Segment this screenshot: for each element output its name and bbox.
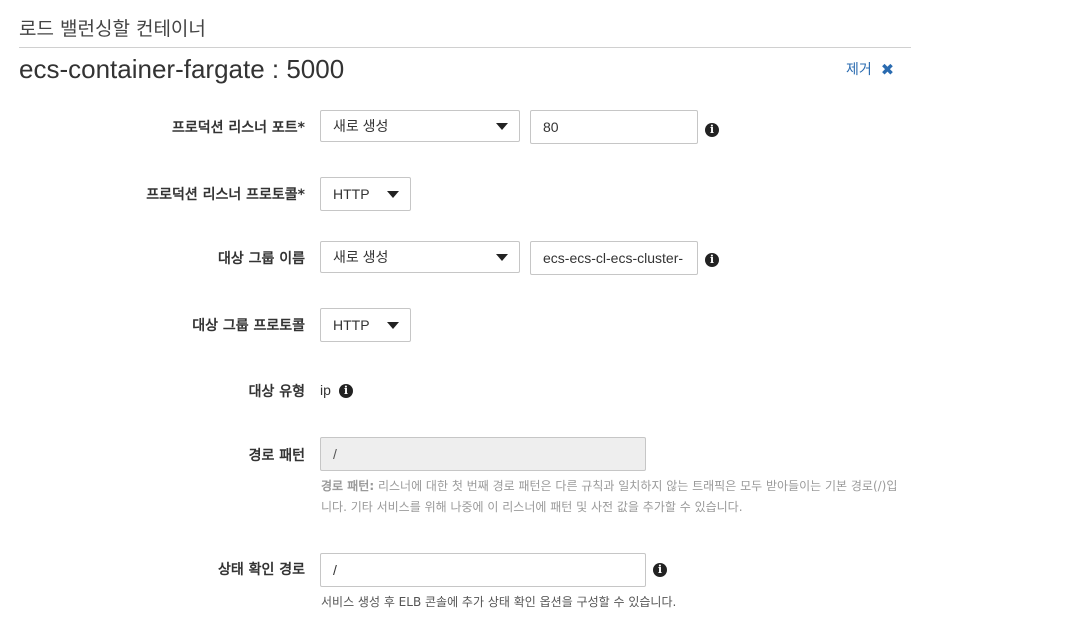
container-title: ecs-container-fargate : 5000 — [19, 54, 345, 84]
chevron-down-icon — [387, 191, 399, 198]
listener-port-select-value: 새로 생성 — [333, 118, 389, 134]
target-group-protocol-select[interactable]: HTTP — [320, 308, 411, 342]
health-check-path-input[interactable]: / — [320, 553, 646, 587]
listener-protocol-select[interactable]: HTTP — [320, 177, 411, 211]
remove-button[interactable]: 제거 ✖ — [846, 59, 894, 79]
info-icon[interactable]: i — [653, 563, 667, 577]
chevron-down-icon — [496, 254, 508, 261]
path-pattern-help: 경로 패턴: 리스너에 대한 첫 번째 경로 패턴은 다른 규칙과 일치하지 않… — [321, 476, 901, 518]
remove-label: 제거 — [846, 62, 872, 78]
path-pattern-input: / — [320, 437, 646, 471]
listener-port-input-value: 80 — [543, 119, 559, 135]
info-icon[interactable]: i — [705, 253, 719, 267]
target-group-name-input-value: ecs-ecs-cl-ecs-cluster- — [543, 250, 684, 266]
target-group-name-select-value: 새로 생성 — [333, 249, 389, 265]
chevron-down-icon — [387, 322, 399, 329]
target-type-value: ip — [320, 382, 331, 398]
info-icon[interactable]: i — [705, 123, 719, 137]
path-pattern-help-text: 리스너에 대한 첫 번째 경로 패턴은 다른 규칙과 일치하지 않는 트래픽은 … — [321, 479, 898, 514]
path-pattern-input-value: / — [333, 446, 337, 462]
listener-protocol-select-value: HTTP — [333, 186, 370, 202]
health-check-path-label: 상태 확인 경로 — [217, 562, 305, 578]
close-icon: ✖ — [880, 59, 895, 79]
listener-port-select[interactable]: 새로 생성 — [320, 110, 520, 142]
target-group-name-select[interactable]: 새로 생성 — [320, 241, 520, 273]
listener-port-input[interactable]: 80 — [530, 110, 698, 144]
path-pattern-label: 경로 패턴 — [248, 448, 305, 464]
info-icon[interactable]: i — [339, 384, 353, 398]
health-check-path-input-value: / — [333, 562, 337, 578]
target-group-name-input[interactable]: ecs-ecs-cl-ecs-cluster- — [530, 241, 698, 275]
section-divider — [19, 47, 911, 48]
target-group-name-label: 대상 그룹 이름 — [217, 251, 305, 267]
chevron-down-icon — [496, 123, 508, 130]
target-type-label: 대상 유형 — [248, 384, 305, 400]
target-group-protocol-label: 대상 그룹 프로토콜 — [192, 318, 305, 334]
section-title: 로드 밸런싱할 컨테이너 — [19, 18, 206, 40]
listener-port-label: 프로덕션 리스너 포트* — [172, 120, 305, 136]
listener-protocol-label: 프로덕션 리스너 프로토콜* — [146, 187, 305, 203]
target-group-protocol-select-value: HTTP — [333, 317, 370, 333]
path-pattern-help-bold: 경로 패턴: — [321, 479, 375, 493]
health-check-path-help: 서비스 생성 후 ELB 콘솔에 추가 상태 확인 옵션을 구성할 수 있습니다… — [321, 595, 677, 609]
